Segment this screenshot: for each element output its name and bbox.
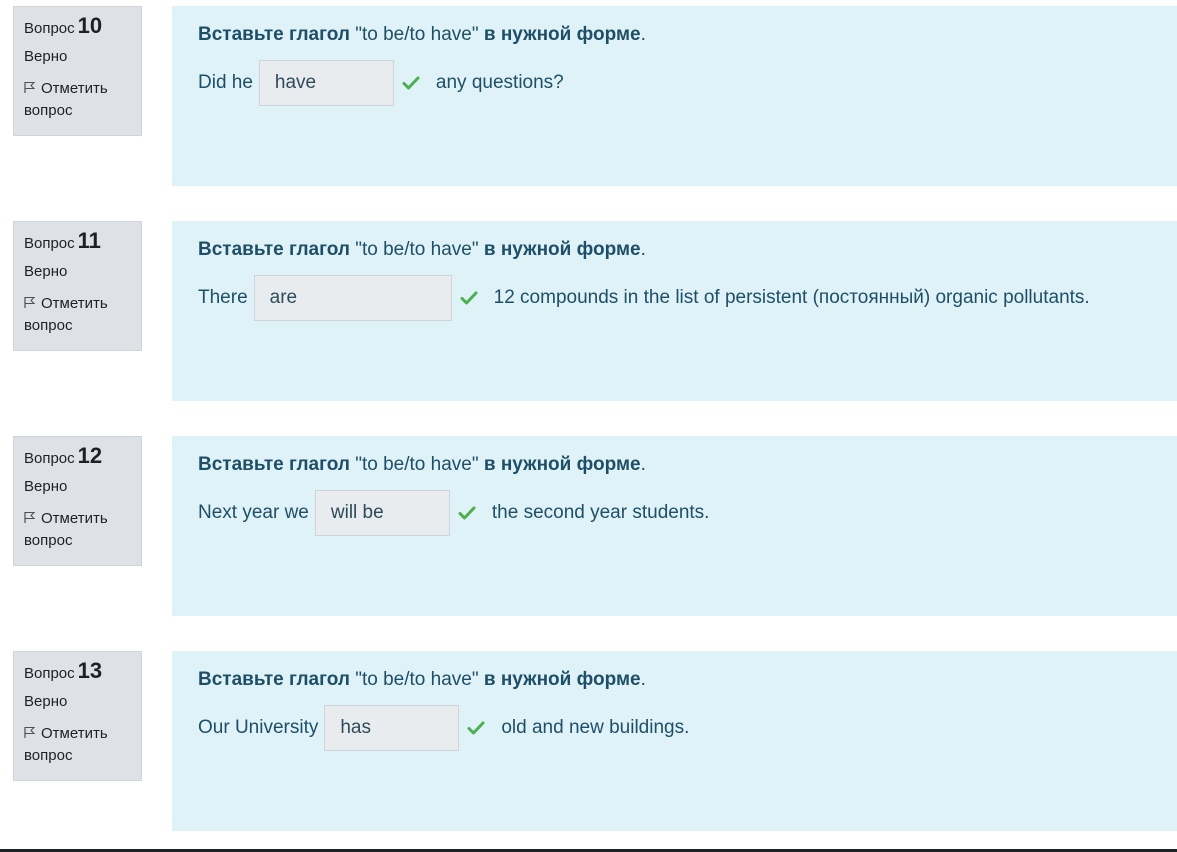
check-icon bbox=[458, 506, 476, 520]
flag-question-link[interactable]: Отметить вопрос bbox=[24, 723, 131, 767]
question-label: Вопрос bbox=[24, 20, 75, 37]
question-prompt: Вставьте глагол "to be/to have" в нужной… bbox=[198, 22, 1151, 48]
question-number: 12 bbox=[77, 443, 103, 468]
flag-question-label: Отметить вопрос bbox=[24, 80, 108, 119]
question-content: Вставьте глагол "to be/to have" в нужной… bbox=[172, 651, 1177, 831]
prompt-bold-text-2: в нужной форме bbox=[478, 24, 641, 45]
sentence-before: There bbox=[198, 287, 248, 308]
prompt-verb-text: "to be/to have" bbox=[355, 669, 479, 690]
sentence-after: old and new buildings. bbox=[501, 717, 690, 738]
quiz-review-page: Вопрос 10 Верно Отметить вопрос Вставьте … bbox=[0, 0, 1177, 852]
question-prompt: Вставьте глагол "to be/to have" в нужной… bbox=[198, 452, 1151, 478]
question-content: Вставьте глагол "to be/to have" в нужной… bbox=[172, 436, 1177, 616]
sentence-after: 12 compounds in the list of persistent (… bbox=[493, 287, 1090, 308]
flag-question-label: Отметить вопрос bbox=[24, 510, 108, 549]
question-state: Верно bbox=[24, 693, 68, 710]
prompt-bold-text: Вставьте глагол bbox=[198, 24, 356, 45]
check-icon bbox=[402, 76, 420, 90]
question-state: Верно bbox=[24, 48, 68, 65]
answer-input[interactable]: will be bbox=[314, 490, 450, 536]
flag-icon bbox=[24, 297, 36, 308]
question-state: Верно bbox=[24, 263, 68, 280]
prompt-bold-text: Вставьте глагол bbox=[198, 239, 356, 260]
prompt-end: . bbox=[640, 669, 646, 690]
question-content: Вставьте глагол "to be/to have" в нужной… bbox=[172, 221, 1177, 401]
question-11: Вопрос 11 Верно Отметить вопрос Вставьте … bbox=[0, 221, 1177, 403]
flag-icon bbox=[24, 727, 36, 738]
answer-sentence: Did he have any questions? bbox=[198, 60, 1151, 106]
flag-question-link[interactable]: Отметить вопрос bbox=[24, 78, 131, 122]
prompt-verb-text: "to be/to have" bbox=[355, 24, 479, 45]
prompt-bold-text-2: в нужной форме bbox=[478, 454, 641, 475]
prompt-end: . bbox=[640, 454, 646, 475]
answer-sentence: There are 12 compounds in the list of pe… bbox=[198, 275, 1151, 321]
question-label: Вопрос bbox=[24, 450, 75, 467]
prompt-end: . bbox=[640, 24, 646, 45]
check-icon bbox=[467, 721, 485, 735]
question-state: Верно bbox=[24, 478, 68, 495]
prompt-bold-text-2: в нужной форме bbox=[478, 239, 641, 260]
sentence-before: Our University bbox=[198, 717, 319, 738]
answer-input[interactable]: has bbox=[324, 705, 460, 751]
flag-question-label: Отметить вопрос bbox=[24, 725, 108, 764]
question-prompt: Вставьте глагол "to be/to have" в нужной… bbox=[198, 237, 1151, 263]
flag-question-link[interactable]: Отметить вопрос bbox=[24, 508, 131, 552]
prompt-bold-text: Вставьте глагол bbox=[198, 669, 356, 690]
answer-sentence: Next year we will be the second year stu… bbox=[198, 490, 1151, 536]
question-label: Вопрос bbox=[24, 665, 75, 682]
flag-icon bbox=[24, 82, 36, 93]
question-info: Вопрос 10 Верно Отметить вопрос bbox=[13, 6, 142, 136]
question-prompt: Вставьте глагол "to be/to have" в нужной… bbox=[198, 667, 1151, 693]
answer-input[interactable]: are bbox=[253, 275, 452, 321]
question-label: Вопрос bbox=[24, 235, 75, 252]
prompt-bold-text-2: в нужной форме bbox=[478, 669, 641, 690]
prompt-bold-text: Вставьте глагол bbox=[198, 454, 356, 475]
flag-question-link[interactable]: Отметить вопрос bbox=[24, 293, 131, 337]
prompt-end: . bbox=[640, 239, 646, 260]
prompt-verb-text: "to be/to have" bbox=[355, 454, 479, 475]
question-number: 11 bbox=[77, 228, 101, 253]
question-number: 10 bbox=[77, 13, 103, 38]
flag-question-label: Отметить вопрос bbox=[24, 295, 108, 334]
question-number: 13 bbox=[77, 658, 103, 683]
answer-input[interactable]: have bbox=[258, 60, 394, 106]
question-12: Вопрос 12 Верно Отметить вопрос Вставьте … bbox=[0, 436, 1177, 618]
flag-icon bbox=[24, 512, 36, 523]
question-content: Вставьте глагол "to be/to have" в нужной… bbox=[172, 6, 1177, 186]
sentence-before: Next year we bbox=[198, 502, 309, 523]
question-info: Вопрос 11 Верно Отметить вопрос bbox=[13, 221, 142, 351]
question-info: Вопрос 13 Верно Отметить вопрос bbox=[13, 651, 142, 781]
sentence-before: Did he bbox=[198, 72, 253, 93]
check-icon bbox=[460, 291, 478, 305]
answer-sentence: Our University has old and new buildings… bbox=[198, 705, 1151, 751]
prompt-verb-text: "to be/to have" bbox=[355, 239, 479, 260]
question-10: Вопрос 10 Верно Отметить вопрос Вставьте … bbox=[0, 6, 1177, 188]
sentence-after: the second year students. bbox=[491, 502, 710, 523]
question-13: Вопрос 13 Верно Отметить вопрос Вставьте … bbox=[0, 651, 1177, 833]
sentence-after: any questions? bbox=[435, 72, 564, 93]
question-info: Вопрос 12 Верно Отметить вопрос bbox=[13, 436, 142, 566]
